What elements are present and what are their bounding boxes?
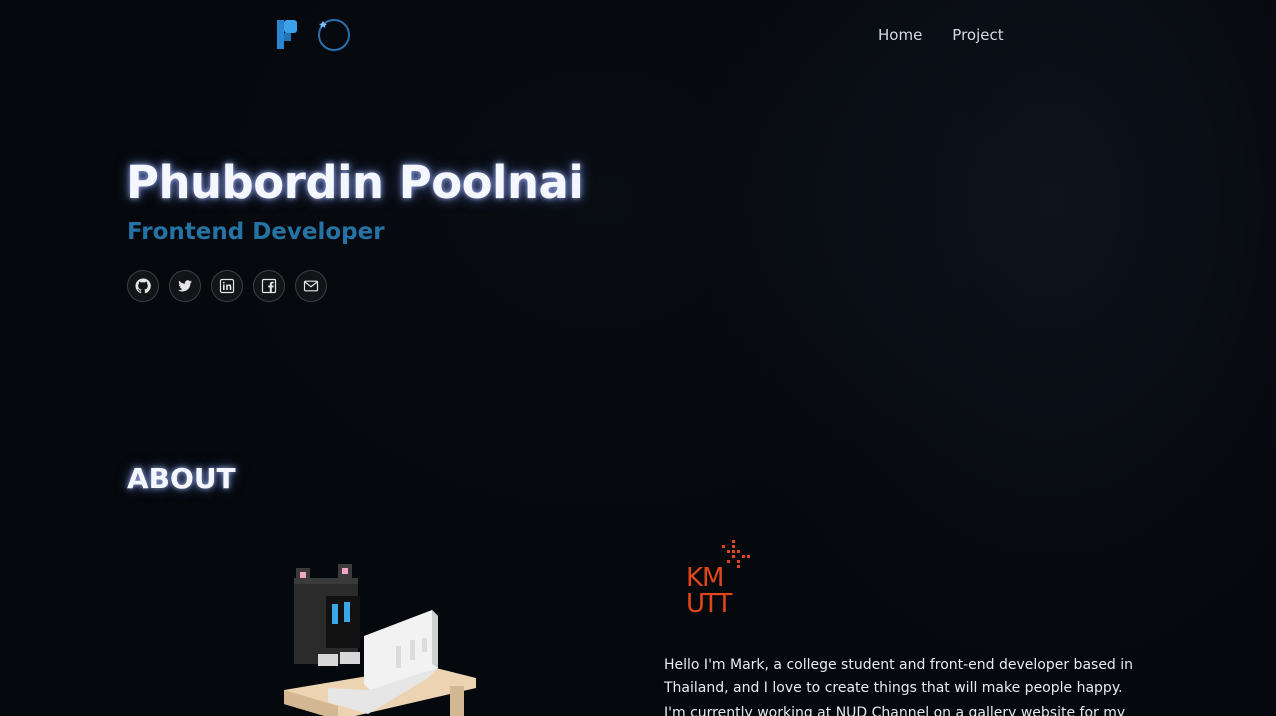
hero-role: Frontend Developer [127,219,385,245]
mail-link[interactable] [295,270,327,302]
about-paragraph-1: Hello I'm Mark, a college student and fr… [664,657,1134,696]
kmutt-logo: KM UTT [686,540,750,618]
social-links [127,270,327,302]
hero-name: Phubordin Poolnai [126,156,584,209]
facebook-link[interactable] [253,270,285,302]
kmutt-line2: UTT [686,589,732,618]
about-heading: ABOUT [127,462,236,495]
mail-icon [303,280,319,292]
github-link[interactable] [127,270,159,302]
about-paragraph-2: I'm currently working at NUD Channel on … [664,705,1126,716]
pp-logo-icon[interactable] [276,18,356,52]
main-nav: Home Project [878,26,1004,44]
linkedin-link[interactable] [211,270,243,302]
github-icon [135,278,151,294]
voxel-character-illustration [284,564,476,716]
linkedin-icon [219,278,235,294]
twitter-icon [178,280,192,292]
twitter-link[interactable] [169,270,201,302]
about-text: Hello I'm Mark, a college student and fr… [664,654,1134,716]
portfolio-page: Home Project Phubordin Poolnai Frontend … [0,0,1276,716]
facebook-icon [261,278,277,294]
nav-home-link[interactable]: Home [878,26,922,44]
nav-project-link[interactable]: Project [952,26,1003,44]
